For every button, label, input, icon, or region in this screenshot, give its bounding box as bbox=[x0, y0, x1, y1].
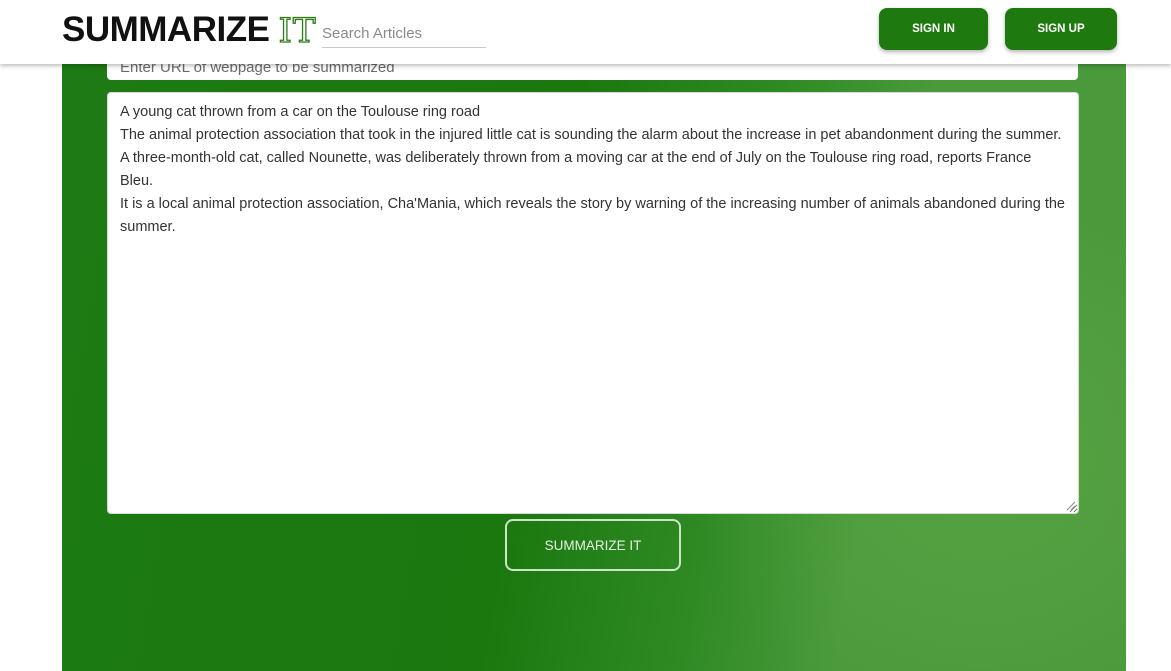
article-textarea[interactable]: A young cat thrown from a car on the Tou… bbox=[107, 92, 1079, 514]
summarize-button[interactable]: SUMMARIZE IT bbox=[505, 519, 681, 571]
sign-in-button[interactable]: SIGN IN bbox=[879, 8, 988, 50]
logo-accent: IT bbox=[278, 10, 317, 51]
sign-up-button[interactable]: SIGN UP bbox=[1005, 8, 1117, 50]
resize-handle-icon[interactable] bbox=[1066, 501, 1076, 511]
search-input[interactable] bbox=[322, 20, 486, 48]
logo-text: SUMMARIZE bbox=[62, 10, 270, 49]
logo[interactable]: SUMMARIZE IT bbox=[62, 8, 317, 52]
top-navbar: SUMMARIZE IT SIGN IN SIGN UP bbox=[0, 0, 1171, 64]
page: A young cat thrown from a car on the Tou… bbox=[0, 0, 1171, 671]
